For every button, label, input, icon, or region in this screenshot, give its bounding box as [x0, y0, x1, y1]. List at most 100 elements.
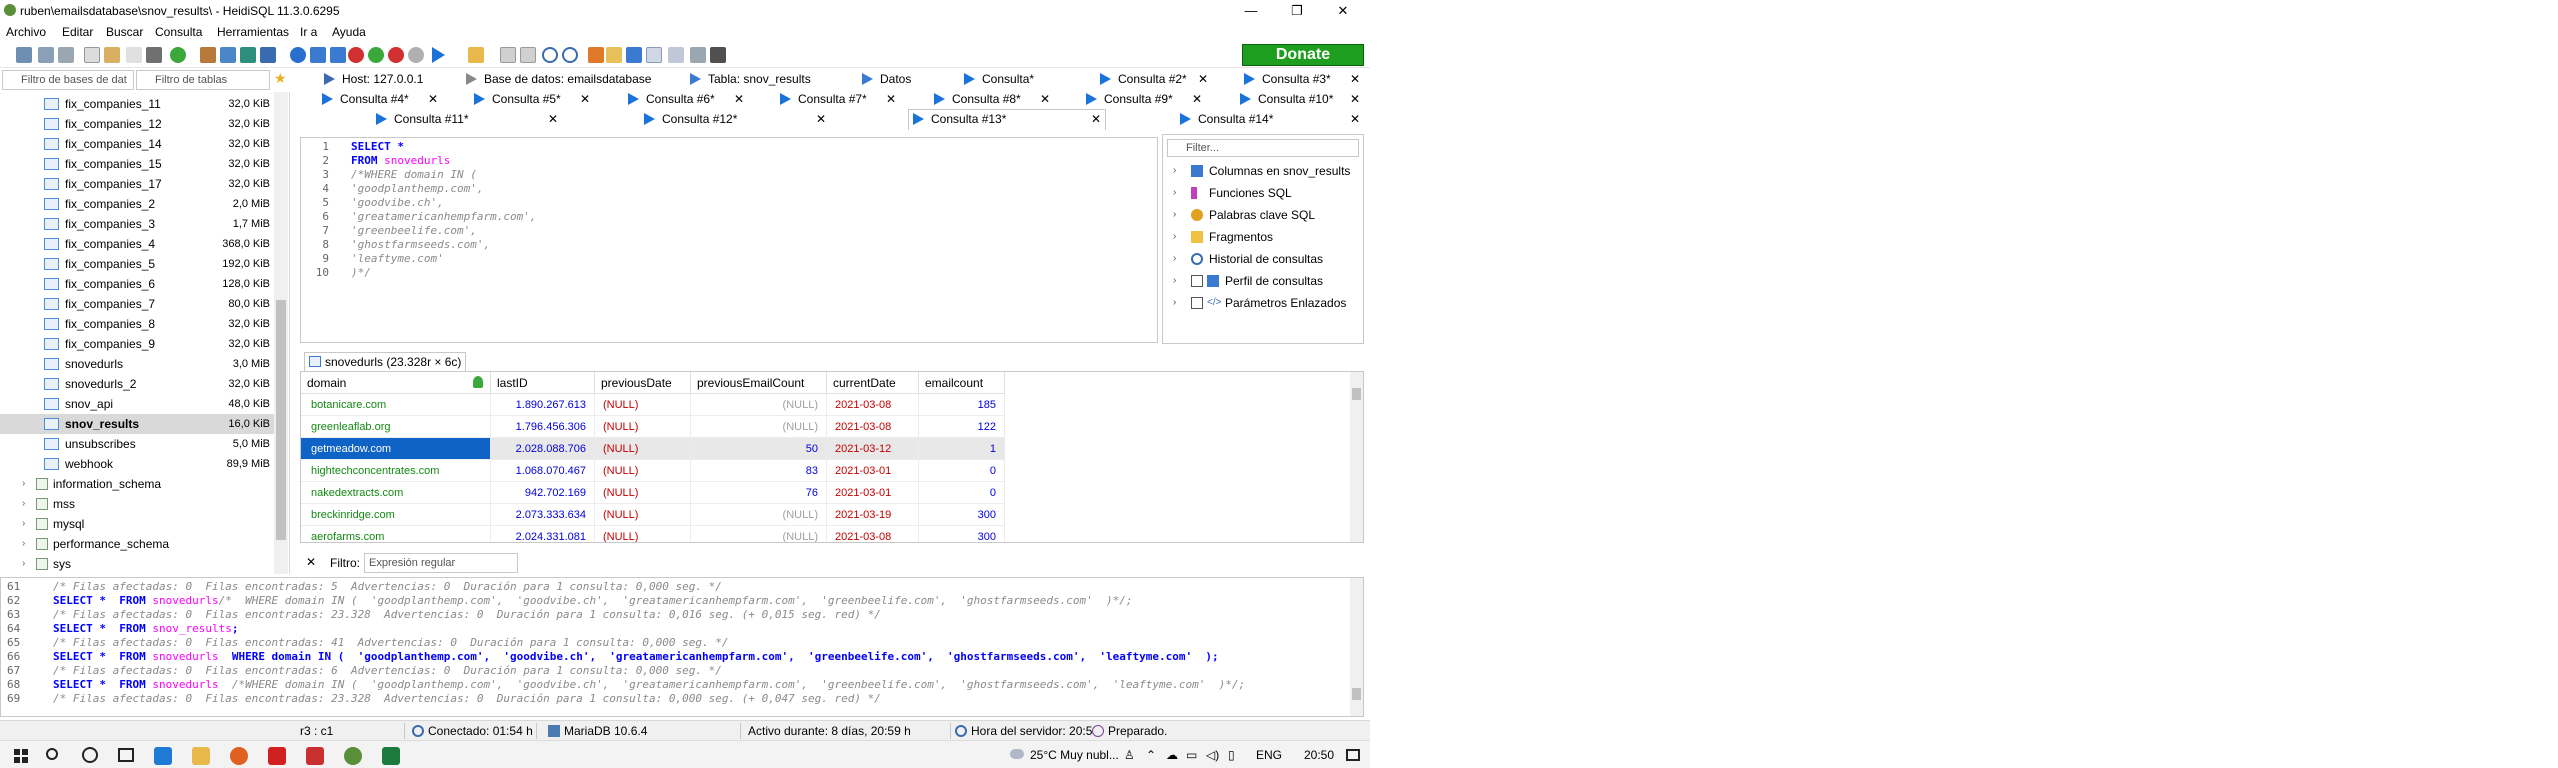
table-cell-lastID[interactable]: 1.068.070.467 — [491, 460, 595, 482]
close-tab-icon[interactable]: ✕ — [1350, 110, 1360, 129]
table-cell-previousDate[interactable]: (NULL) — [595, 438, 691, 460]
session-manager-icon[interactable] — [38, 47, 54, 63]
expand-icon[interactable]: › — [1173, 271, 1176, 291]
excel-icon[interactable] — [382, 747, 400, 765]
close-tab-icon[interactable]: ✕ — [734, 90, 744, 109]
tab-query-5[interactable]: Consulta #5* ✕ — [470, 90, 594, 109]
table-cell-previousEmailCount[interactable]: (NULL) — [691, 526, 827, 542]
user-manager-icon[interactable] — [200, 47, 216, 63]
tree-db-mysql[interactable]: › mysql — [0, 514, 280, 534]
tree-item-fix_companies_8[interactable]: fix_companies_8 32,0 KiB — [0, 314, 280, 334]
table-cell-emailcount[interactable]: 185 — [919, 394, 1005, 416]
find-next-icon[interactable] — [562, 47, 578, 63]
table-cell-previousEmailCount[interactable]: 83 — [691, 460, 827, 482]
tree-item-snov_results[interactable]: snov_results 16,0 KiB — [0, 414, 280, 434]
tree-item-unsubscribes[interactable]: unsubscribes 5,0 MiB — [0, 434, 280, 454]
print-icon[interactable] — [146, 47, 162, 63]
task-view-icon[interactable] — [118, 748, 134, 762]
firefox-icon[interactable] — [230, 747, 248, 765]
table-cell-currentDate[interactable]: 2021-03-01 — [827, 482, 919, 504]
tab-database[interactable]: Base de datos: emailsdatabase — [462, 70, 660, 89]
tab-table[interactable]: Tabla: snov_results — [686, 70, 846, 89]
close-tab-icon[interactable]: ✕ — [1040, 90, 1050, 109]
explain-icon[interactable] — [606, 47, 622, 63]
file-explorer-icon[interactable] — [192, 747, 210, 765]
last-record-icon[interactable] — [330, 47, 346, 63]
table-cell-lastID[interactable]: 2.073.333.634 — [491, 504, 595, 526]
tree-item-fix_companies_17[interactable]: fix_companies_17 32,0 KiB — [0, 174, 280, 194]
network-icon[interactable]: ▭ — [1186, 748, 1197, 762]
tab-query-12[interactable]: Consulta #12* ✕ — [640, 110, 830, 129]
tree-item-fix_companies_4[interactable]: fix_companies_4 368,0 KiB — [0, 234, 280, 254]
disconnect-icon[interactable] — [58, 47, 74, 63]
tree-item-fix_companies_15[interactable]: fix_companies_15 32,0 KiB — [0, 154, 280, 174]
table-cell-previousDate[interactable]: (NULL) — [595, 460, 691, 482]
table-cell-previousDate[interactable]: (NULL) — [595, 526, 691, 542]
chevron-up-icon[interactable]: ⌃ — [1146, 748, 1156, 762]
results-grid[interactable]: domain lastID previousDate previousEmailCou… — [300, 371, 1364, 543]
tab-query-4[interactable]: Consulta #4* ✕ — [318, 90, 442, 109]
table-tools-icon[interactable] — [626, 47, 642, 63]
log-scrollbar-thumb[interactable] — [1352, 688, 1361, 700]
clock-time[interactable]: 20:50 — [1304, 748, 1334, 762]
expand-icon[interactable]: › — [1173, 183, 1176, 203]
tree-item-snovedurls_2[interactable]: snovedurls_2 32,0 KiB — [0, 374, 280, 394]
tab-host[interactable]: Host: 127.0.0.1 — [320, 70, 460, 89]
windows-start-icon[interactable] — [14, 749, 28, 763]
tab-query-7[interactable]: Consulta #7* ✕ — [776, 90, 900, 109]
tree-item-fix_companies_12[interactable]: fix_companies_12 32,0 KiB — [0, 114, 280, 134]
favorites-star-icon[interactable]: ★ — [274, 70, 287, 87]
post-edit-icon[interactable] — [408, 47, 424, 63]
expand-icon[interactable]: › — [1173, 249, 1176, 269]
expand-icon[interactable]: › — [22, 554, 25, 574]
table-cell-previousEmailCount[interactable]: (NULL) — [691, 416, 827, 438]
delete-record-icon[interactable] — [348, 47, 364, 63]
tree-db-performance_schema[interactable]: › performance_schema — [0, 534, 280, 554]
cancel-edit-icon[interactable] — [388, 47, 404, 63]
search-icon[interactable] — [542, 47, 558, 63]
tab-query-9[interactable]: Consulta #9* ✕ — [1082, 90, 1206, 109]
sql-log[interactable]: 61 /* Filas afectadas: 0 Filas encontrada… — [0, 577, 1364, 717]
table-cell-domain[interactable]: breckinridge.com — [301, 504, 491, 526]
tree-item-snov_api[interactable]: snov_api 48,0 KiB — [0, 394, 280, 414]
tab-query-1[interactable]: Consulta* — [960, 70, 1090, 89]
close-tab-icon[interactable]: ✕ — [548, 110, 558, 129]
cortana-icon[interactable] — [82, 747, 98, 763]
expand-icon[interactable]: › — [22, 494, 25, 514]
minimize-button[interactable]: — — [1228, 0, 1274, 22]
table-cell-domain[interactable]: botanicare.com — [301, 394, 491, 416]
weather-text[interactable]: 25°C Muy nubl... — [1030, 748, 1119, 762]
table-cell-previousDate[interactable]: (NULL) — [595, 482, 691, 504]
tree-item-fix_companies_14[interactable]: fix_companies_14 32,0 KiB — [0, 134, 280, 154]
weather-icon[interactable] — [1010, 749, 1024, 759]
close-query-icon[interactable] — [710, 47, 726, 63]
table-cell-emailcount[interactable]: 0 — [919, 482, 1005, 504]
table-cell-domain[interactable]: hightechconcentrates.com — [301, 460, 491, 482]
table-cell-previousEmailCount[interactable]: (NULL) — [691, 394, 827, 416]
heidisql-task-icon[interactable] — [344, 747, 362, 765]
table-cell-domain[interactable]: greenleaflab.org — [301, 416, 491, 438]
expand-icon[interactable]: › — [22, 534, 25, 554]
tree-item-fix_companies_3[interactable]: fix_companies_3 1,7 MiB — [0, 214, 280, 234]
expand-icon[interactable]: › — [1173, 161, 1176, 181]
tree-item-fix_companies_9[interactable]: fix_companies_9 32,0 KiB — [0, 334, 280, 354]
table-cell-previousDate[interactable]: (NULL) — [595, 504, 691, 526]
expand-icon[interactable]: › — [1173, 293, 1176, 313]
acrobat-icon[interactable] — [268, 747, 286, 765]
close-tab-icon[interactable]: ✕ — [886, 90, 896, 109]
tree-item-snovedurls[interactable]: snovedurls 3,0 MiB — [0, 354, 280, 374]
paste-icon[interactable] — [104, 47, 120, 63]
notification-icon[interactable] — [1346, 749, 1360, 761]
table-cell-currentDate[interactable]: 2021-03-08 — [827, 526, 919, 542]
tab-data[interactable]: Datos — [858, 70, 958, 89]
cloud-icon[interactable]: ☁ — [1166, 748, 1178, 762]
tree-item-fix_companies_5[interactable]: fix_companies_5 192,0 KiB — [0, 254, 280, 274]
close-tab-icon[interactable]: ✕ — [1350, 90, 1360, 109]
expand-icon[interactable]: › — [22, 514, 25, 534]
tree-db-information_schema[interactable]: › information_schema — [0, 474, 280, 494]
volume-icon[interactable]: ◁) — [1206, 748, 1219, 762]
menu-archivo[interactable]: Archivo — [6, 25, 46, 39]
connect-icon[interactable] — [16, 47, 32, 63]
wrap-icon[interactable] — [668, 47, 684, 63]
table-cell-currentDate[interactable]: 2021-03-12 — [827, 438, 919, 460]
